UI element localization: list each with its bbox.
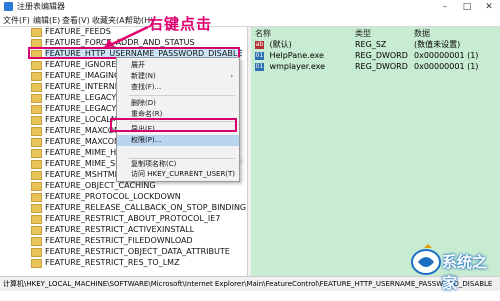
context-menu: 展开 新建(N) › 查找(F)... 删除(D) 重命名(R) 导出(E) 权限… (116, 57, 240, 160)
context-menu-lower: 复制项名称(C) 访问 HKEY_CURRENT_USER(T) (116, 158, 240, 182)
watermark-star-icon (424, 244, 432, 248)
menu-item-permissions[interactable]: 权限(P)... (117, 135, 239, 146)
submenu-arrow-icon: › (230, 73, 233, 80)
watermark-text: 系统之家 (442, 253, 488, 292)
menu-separator (129, 95, 235, 96)
menu-item-find[interactable]: 查找(F)... (117, 82, 239, 93)
permissions-highlight-box (110, 118, 237, 132)
menu-item-delete[interactable]: 删除(D) (117, 98, 239, 109)
menu-item-new[interactable]: 新建(N) › (117, 71, 239, 82)
menu-item-goto-hkcu[interactable]: 访问 HKEY_CURRENT_USER(T) (117, 169, 239, 180)
menu-item-expand[interactable]: 展开 (117, 60, 239, 71)
